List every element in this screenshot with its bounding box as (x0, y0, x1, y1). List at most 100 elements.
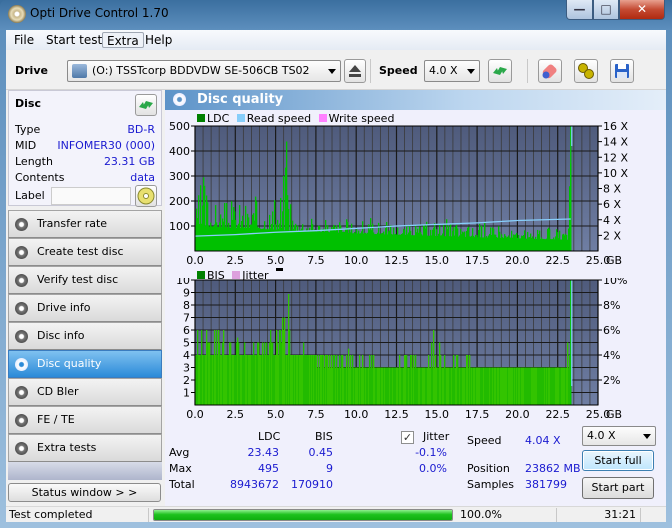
status-divider (148, 508, 149, 522)
status-bar: Test completed 100.0% 31:21 (6, 506, 666, 522)
disc-tool-icon (15, 442, 28, 455)
disc-label-button[interactable] (135, 185, 157, 207)
status-divider (640, 508, 641, 522)
col-ldc-header: LDC (258, 430, 281, 443)
ldc-chart: 100 200 300 400 500 2 X 4 X 6 X 8 X 10 X 12 X 14 X 1… (169, 122, 628, 267)
speed-stat-value: 4.04 X (525, 434, 561, 447)
jitter-checkbox[interactable]: ✓ (401, 431, 414, 444)
disc-tool-icon (15, 246, 28, 259)
maximize-button[interactable]: □ (593, 0, 619, 20)
chevron-down-icon (328, 69, 336, 74)
disc-refresh-button[interactable] (135, 94, 157, 116)
status-window-button[interactable]: Status window > > (8, 483, 161, 502)
y2-tick-label: 4 X (603, 214, 621, 227)
settings-button[interactable] (574, 59, 598, 83)
disc-icon (137, 187, 155, 205)
y2-tick-label: 10 X (603, 167, 628, 180)
minimize-button[interactable]: — (566, 0, 593, 20)
nav-item-disc-quality[interactable]: Disc quality (8, 350, 162, 378)
minimize-icon: — (573, 2, 586, 16)
y2-tick-label: 6% (603, 324, 620, 337)
disc-length-key: Length (15, 155, 53, 168)
total-bis-value: 170910 (291, 478, 333, 491)
nav-spacer (8, 462, 162, 480)
nav-item-transfer-rate[interactable]: Transfer rate (8, 210, 162, 238)
refresh-button[interactable] (488, 59, 512, 83)
chevron-down-icon (643, 434, 651, 439)
disc-tool-icon (15, 330, 28, 343)
status-text: Test completed (9, 508, 93, 521)
y2-tick-label: 14 X (603, 136, 628, 149)
disc-label-key: Label (15, 189, 45, 202)
drive-icon (72, 64, 87, 78)
x-tick-label: 12.5 (384, 254, 409, 267)
total-label: Total (169, 478, 195, 491)
bis-chart: 12345678910 2% 4% 6% 8% 10% 0.0 2.5 5.0 7.5 10.0 12… (176, 278, 627, 421)
y-tick-label: 2 (183, 374, 190, 387)
y-tick-label: 8 (183, 299, 190, 312)
disc-label-input[interactable] (51, 187, 131, 205)
disc-tool-icon (15, 358, 28, 371)
y-tick-label: 500 (169, 122, 190, 133)
refresh-icon (139, 101, 153, 109)
close-button[interactable]: ✕ (619, 0, 665, 20)
y-tick-label: 10 (176, 278, 190, 287)
jitter-label: Jitter (423, 430, 450, 443)
toolbar: Drive (O:) TSSTcorp BDDVDW SE-506CB TS02… (6, 52, 666, 90)
disc-header: Disc (15, 97, 41, 110)
disc-type-value: BD-R (127, 123, 155, 136)
max-bis-value: 9 (326, 462, 333, 475)
save-button[interactable] (610, 59, 634, 83)
x-tick-label: 15.0 (425, 408, 450, 421)
menu-start-test[interactable]: Start test (42, 32, 106, 48)
progress-bar (153, 509, 453, 521)
nav-item-label: CD Bler (37, 385, 79, 398)
disc-info-box: Disc Type BD-R MID INFOMER30 (000) Length 2… (8, 90, 162, 207)
x-axis-unit: GB (606, 408, 622, 421)
disc-quality-panel: Disc quality LDC Read speed Write speed … (165, 90, 666, 506)
test-speed-select[interactable]: 4.0 X (582, 426, 656, 446)
app-disc-icon (8, 5, 26, 23)
y-tick-label: 200 (169, 195, 190, 208)
x-axis-unit: GB (606, 254, 622, 267)
eject-button[interactable] (344, 59, 366, 83)
nav-item-extra-tests[interactable]: Extra tests (8, 434, 162, 462)
client-area: File Start test Extra Help Drive (O:) TS… (6, 30, 666, 522)
nav-item-label: Verify test disc (37, 273, 119, 286)
menu-extra[interactable]: Extra (102, 32, 144, 48)
x-tick-label: 17.5 (465, 408, 490, 421)
save-icon (615, 64, 629, 78)
disc-tool-icon (15, 218, 28, 231)
start-part-button[interactable]: Start part (582, 477, 654, 499)
legend-ldc-swatch (197, 114, 205, 122)
menu-file[interactable]: File (10, 32, 38, 48)
y2-tick-label: 12 X (603, 151, 628, 164)
speed-value: 4.0 X (429, 64, 458, 77)
toolbar-separator (527, 59, 528, 83)
progress-percent: 100.0% (460, 508, 502, 521)
close-icon: ✕ (636, 2, 648, 16)
erase-button[interactable] (538, 59, 562, 83)
menu-help[interactable]: Help (141, 32, 176, 48)
start-full-button[interactable]: Start full (582, 450, 654, 471)
nav-item-label: Disc info (37, 329, 85, 342)
nav-item-create-test-disc[interactable]: Create test disc (8, 238, 162, 266)
settings-icon (578, 63, 594, 79)
disc-tool-icon (15, 386, 28, 399)
speed-select[interactable]: 4.0 X (424, 60, 480, 82)
nav-item-verify-test-disc[interactable]: Verify test disc (8, 266, 162, 294)
maximize-icon: □ (600, 2, 612, 16)
y2-tick-label: 10% (603, 278, 627, 287)
disc-tool-icon (15, 274, 28, 287)
nav-item-drive-info[interactable]: Drive info (8, 294, 162, 322)
y-tick-label: 1 (183, 387, 190, 400)
disc-contents-key: Contents (15, 171, 65, 184)
nav-item-cd-bler[interactable]: CD Bler (8, 378, 162, 406)
nav-item-fe-te[interactable]: FE / TE (8, 406, 162, 434)
x-tick-label: 2.5 (227, 408, 245, 421)
disc-mid-key: MID (15, 139, 37, 152)
col-bis-header: BIS (315, 430, 333, 443)
drive-select[interactable]: (O:) TSSTcorp BDDVDW SE-506CB TS02 (67, 60, 341, 82)
avg-ldc-value: 23.43 (247, 446, 280, 459)
nav-item-disc-info[interactable]: Disc info (8, 322, 162, 350)
